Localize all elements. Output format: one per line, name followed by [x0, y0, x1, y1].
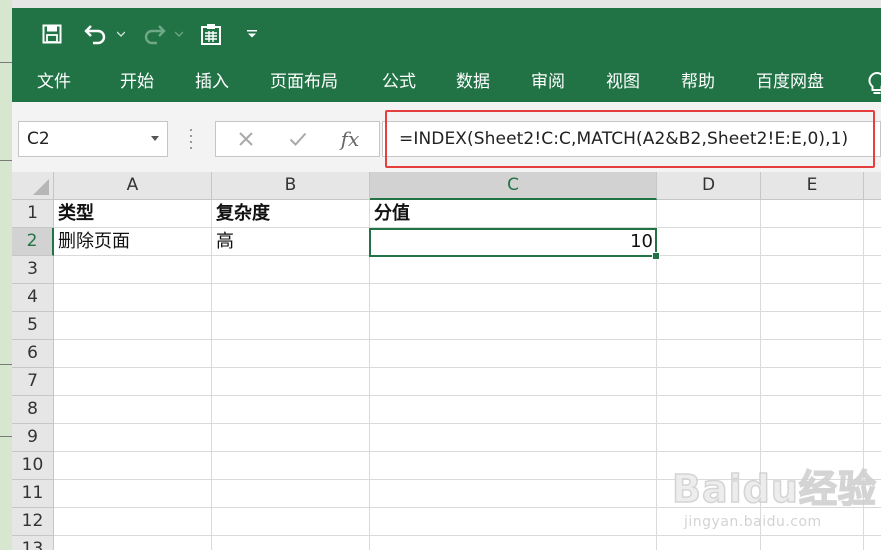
formula-bar-area: C2 fx =INDEX(Sheet2!C:C,MATCH(A2&B2,Shee…: [12, 102, 881, 172]
column-header-d[interactable]: D: [657, 172, 761, 200]
column-header-c[interactable]: C: [370, 172, 657, 200]
tab-insert[interactable]: 插入: [195, 64, 229, 102]
tab-home[interactable]: 开始: [120, 64, 154, 102]
cancel-icon[interactable]: [230, 122, 262, 156]
save-icon[interactable]: [38, 20, 66, 48]
row-header-3[interactable]: 3: [12, 256, 54, 284]
column-header-f[interactable]: [864, 172, 881, 200]
column-header-e[interactable]: E: [761, 172, 864, 200]
redo-dropdown-icon[interactable]: [172, 20, 186, 48]
fx-icon[interactable]: fx: [334, 122, 366, 156]
baidu-jingyan-watermark: Baidu经验 jingyan.baidu.com: [662, 448, 877, 548]
column-header-b[interactable]: B: [212, 172, 370, 200]
cell-a2[interactable]: 删除页面: [58, 228, 130, 256]
fill-handle[interactable]: [652, 252, 660, 260]
tab-review[interactable]: 审阅: [531, 64, 565, 102]
tab-data[interactable]: 数据: [456, 64, 490, 102]
row-header-10[interactable]: 10: [12, 452, 54, 480]
row-header-8[interactable]: 8: [12, 396, 54, 424]
row-header-4[interactable]: 4: [12, 284, 54, 312]
column-header-a[interactable]: A: [54, 172, 212, 200]
formula-buttons: fx: [215, 121, 380, 157]
row-header-12[interactable]: 12: [12, 508, 54, 536]
name-box-value: C2: [27, 129, 50, 149]
lightbulb-icon[interactable]: [867, 71, 881, 97]
row-header-6[interactable]: 6: [12, 340, 54, 368]
row-header-5[interactable]: 5: [12, 312, 54, 340]
cell-b2[interactable]: 高: [216, 228, 234, 256]
tab-page-layout[interactable]: 页面布局: [270, 64, 338, 102]
tab-view[interactable]: 视图: [606, 64, 640, 102]
name-box[interactable]: C2: [18, 121, 168, 157]
row-header-13[interactable]: 13: [12, 536, 54, 550]
cell-c1[interactable]: 分值: [374, 200, 410, 228]
tab-formulas[interactable]: 公式: [382, 64, 416, 102]
name-box-dropdown-icon[interactable]: [151, 136, 159, 141]
cell-b1[interactable]: 复杂度: [216, 200, 270, 228]
paste-format-icon[interactable]: [196, 20, 226, 48]
formula-text: =INDEX(Sheet2!C:C,MATCH(A2&B2,Sheet2!E:E…: [399, 129, 849, 149]
row-header-7[interactable]: 7: [12, 368, 54, 396]
undo-dropdown-icon[interactable]: [114, 20, 128, 48]
row-header-1[interactable]: 1: [12, 200, 54, 228]
cell-a1[interactable]: 类型: [58, 200, 94, 228]
title-bar: [12, 0, 881, 64]
formula-input[interactable]: =INDEX(Sheet2!C:C,MATCH(A2&B2,Sheet2!E:E…: [382, 121, 881, 157]
redo-icon[interactable]: [140, 20, 168, 48]
row-header-2[interactable]: 2: [12, 228, 54, 256]
tab-help[interactable]: 帮助: [681, 64, 715, 102]
undo-icon[interactable]: [82, 20, 110, 48]
customize-qat-icon[interactable]: [244, 20, 260, 48]
watermark-logo: Baidu经验: [671, 466, 877, 512]
tab-file[interactable]: 文件: [37, 64, 71, 102]
excel-window: 文件 开始 插入 页面布局 公式 数据 审阅 视图 帮助 百度网盘 C2 fx: [12, 0, 881, 550]
enter-icon[interactable]: [282, 122, 314, 156]
tab-baidu-netdisk[interactable]: 百度网盘: [756, 64, 824, 102]
resize-handle[interactable]: [190, 129, 193, 151]
watermark-url: jingyan.baidu.com: [684, 514, 822, 530]
select-all-button[interactable]: [12, 172, 54, 200]
row-header-9[interactable]: 9: [12, 424, 54, 452]
row-header-11[interactable]: 11: [12, 480, 54, 508]
ribbon-tabs: 文件 开始 插入 页面布局 公式 数据 审阅 视图 帮助 百度网盘: [12, 64, 881, 102]
active-cell-border: [369, 228, 660, 260]
